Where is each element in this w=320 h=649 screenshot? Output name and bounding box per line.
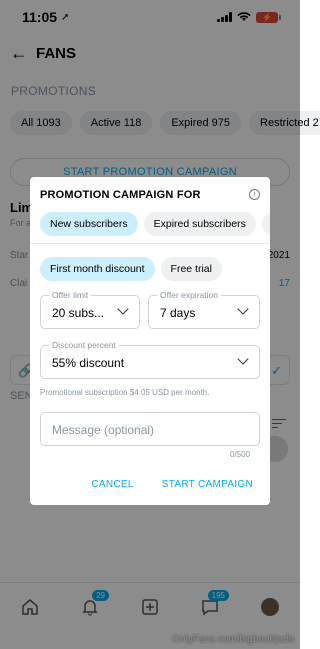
- dialog-title: PROMOTION CAMPAIGN FOR: [40, 189, 201, 201]
- start-campaign-button[interactable]: START CAMPAIGN: [162, 479, 253, 490]
- message-placeholder: Message (optional): [52, 423, 155, 437]
- offer-expiration-select[interactable]: Offer expiration 7 days: [148, 290, 260, 329]
- chevron-down-icon: [237, 355, 249, 367]
- offer-limit-value: 20 subs...: [52, 306, 105, 320]
- discount-percent-select[interactable]: Discount percent 55% discount: [40, 340, 260, 379]
- chevron-down-icon: [117, 305, 129, 317]
- audience-tabs: New subscribers Expired subscribers Bo: [40, 212, 270, 236]
- offer-limit-label: Offer limit: [49, 290, 92, 300]
- offer-limit-select[interactable]: Offer limit 20 subs...: [40, 290, 140, 329]
- tab-free-trial[interactable]: Free trial: [160, 257, 222, 281]
- offer-expiration-label: Offer expiration: [157, 290, 221, 300]
- dialog-divider: [30, 243, 270, 244]
- tab-new-subscribers[interactable]: New subscribers: [40, 212, 138, 236]
- message-char-counter: 0/500: [229, 450, 250, 459]
- offer-type-tabs: First month discount Free trial: [40, 257, 222, 281]
- discount-percent-label: Discount percent: [49, 340, 119, 350]
- tab-both[interactable]: Bo: [261, 212, 270, 236]
- message-input[interactable]: Message (optional): [40, 412, 260, 446]
- info-icon[interactable]: i: [249, 189, 260, 200]
- chevron-down-icon: [237, 305, 249, 317]
- discount-percent-value: 55% discount: [52, 356, 125, 370]
- tab-expired-subscribers[interactable]: Expired subscribers: [143, 212, 256, 236]
- offer-expiration-value: 7 days: [160, 306, 196, 320]
- cancel-button[interactable]: CANCEL: [91, 479, 133, 490]
- dialog-actions: CANCEL START CAMPAIGN: [91, 479, 253, 490]
- promotion-campaign-dialog: PROMOTION CAMPAIGN FOR i New subscribers…: [30, 177, 270, 505]
- tab-first-month-discount[interactable]: First month discount: [40, 257, 155, 281]
- promotional-price-note: Promotional subscription $4.05 USD per m…: [40, 388, 210, 397]
